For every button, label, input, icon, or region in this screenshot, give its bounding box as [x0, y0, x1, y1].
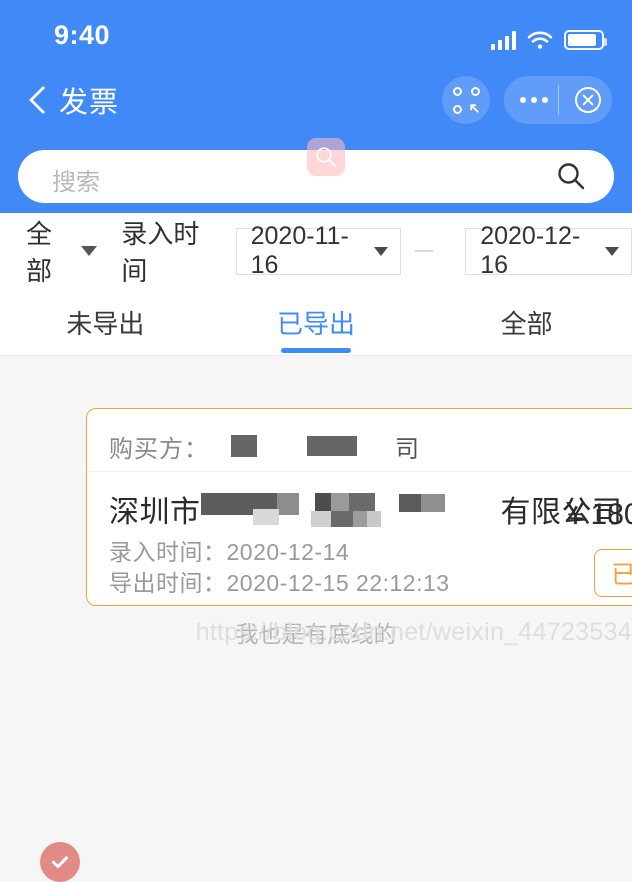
scope-filter-label: 全部 — [26, 219, 53, 286]
date-from-picker[interactable]: 2020-11-16 — [235, 222, 401, 279]
app-header: 9:40 发票 搜索 — [0, 0, 632, 213]
status-icons — [490, 24, 607, 50]
navigation-bar: 发票 — [0, 62, 632, 138]
entry-time-value: 2020-12-14 — [226, 539, 350, 565]
status-time: 9:40 — [54, 20, 111, 50]
card-divider — [87, 471, 632, 472]
tab-not-exported[interactable]: 未导出 — [0, 289, 211, 355]
invoice-amount: ￥1800.00 — [560, 498, 632, 531]
invoice-card[interactable]: 购买方： 司 深圳市 有限公司 ￥18 录入时间：2020-12-14 导出时间… — [86, 408, 632, 606]
export-time-row: 导出时间：2020-12-15 22:12:13 — [109, 568, 450, 599]
page-title: 发票 — [59, 87, 120, 119]
company-name-redaction — [200, 489, 501, 529]
tab-bar: 未导出 已导出 全部 — [0, 289, 632, 356]
check-circle-icon[interactable] — [40, 842, 80, 882]
tap-indicator-overlay — [307, 138, 345, 176]
entry-time-label: 录入时间： — [109, 539, 227, 565]
miniprogram-capsule-group — [442, 62, 612, 138]
status-badge: 已导出 — [593, 549, 632, 597]
invoice-timestamps: 录入时间：2020-12-14 导出时间：2020-12-15 22:12:13 — [109, 537, 450, 599]
date-to-picker[interactable]: 2020-12-16 — [465, 222, 632, 279]
invoice-list: 购买方： 司 深圳市 有限公司 ￥18 录入时间：2020-12-14 导出时间… — [0, 357, 632, 882]
tab-all[interactable]: 全部 — [421, 289, 632, 355]
back-button[interactable]: 发票 — [30, 62, 119, 138]
more-dots-icon[interactable] — [520, 97, 548, 103]
buyer-row: 购买方： 司 — [109, 423, 419, 469]
company-name-prefix: 深圳市 — [109, 496, 201, 529]
entry-time-row: 录入时间：2020-12-14 — [109, 537, 450, 568]
search-placeholder: 搜索 — [52, 169, 100, 196]
date-from-value: 2020-11-16 — [250, 222, 349, 279]
export-time-value: 2020-12-15 22:12:13 — [226, 570, 450, 596]
miniprogram-home-button[interactable] — [442, 76, 490, 124]
signal-bars-icon — [490, 31, 516, 50]
redaction-block — [231, 435, 257, 457]
tab-exported[interactable]: 已导出 — [211, 289, 422, 355]
date-filter-label: 录入时间 — [121, 219, 200, 286]
buyer-label: 购买方： — [109, 435, 209, 463]
miniprogram-scan-icon — [452, 86, 480, 114]
export-time-label: 导出时间： — [109, 570, 227, 596]
status-bar: 9:40 — [0, 0, 632, 62]
search-icon — [316, 147, 336, 167]
company-row: 深圳市 有限公司 — [109, 483, 623, 535]
back-chevron-icon — [30, 87, 45, 113]
date-range-separator — [414, 250, 434, 252]
capsule-divider — [558, 85, 559, 115]
wifi-icon — [527, 31, 553, 50]
scope-filter-dropdown[interactable]: 全部 — [26, 214, 98, 288]
capsule-bar — [504, 76, 612, 124]
redaction-block — [307, 436, 357, 456]
filter-bar: 全部 录入时间 2020-11-16 2020-12-16 — [0, 213, 632, 289]
chevron-down-icon — [373, 246, 388, 256]
battery-icon — [564, 30, 607, 50]
search-icon[interactable] — [556, 161, 586, 191]
date-to-value: 2020-12-16 — [480, 222, 581, 279]
chevron-down-icon — [605, 246, 619, 256]
watermark-text: https://blog.csdn.net/weixin_44723534 — [195, 618, 632, 646]
chevron-down-icon — [81, 246, 98, 256]
buyer-name-tail: 司 — [395, 435, 419, 463]
close-circle-icon[interactable] — [575, 87, 601, 113]
